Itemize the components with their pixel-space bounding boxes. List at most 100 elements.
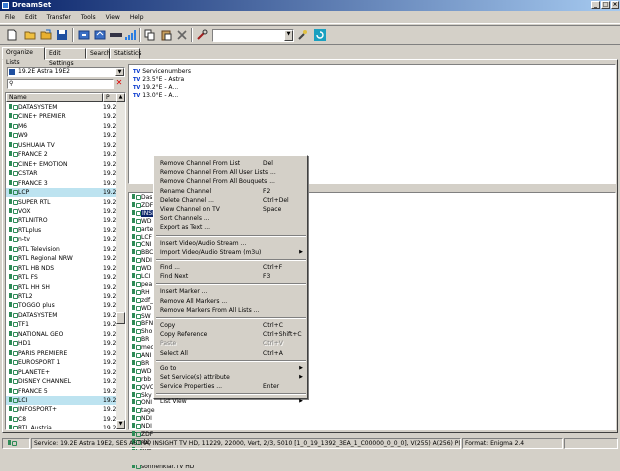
clear-search-icon[interactable]: ✕	[114, 78, 124, 88]
menu-tools[interactable]: Tools	[76, 12, 101, 24]
toolbar-combobox[interactable]: ▼	[212, 29, 294, 42]
list-item[interactable]: USHUAIA TV 19.2	[6, 141, 116, 150]
context-menu-item[interactable]: Rename Channel F2	[160, 187, 305, 196]
context-menu-item[interactable]: Paste Ctrl+V	[160, 339, 305, 348]
tab-statistics[interactable]: Statistics	[110, 48, 141, 59]
open-folder-icon[interactable]	[24, 29, 36, 41]
context-menu-item[interactable]: Remove Channel From All User Lists ...	[160, 168, 305, 177]
list-item[interactable]: FRANCE 2 19.2	[6, 150, 116, 159]
list-item[interactable]: LCI 19.2	[6, 395, 116, 405]
close-button[interactable]: ×	[611, 1, 619, 9]
scroll-down-icon[interactable]: ▼	[116, 420, 125, 429]
list-item[interactable]: PLANETE+ 19.2	[6, 368, 116, 377]
open-file-icon[interactable]	[40, 29, 52, 41]
menu-file[interactable]: File	[0, 12, 20, 24]
list-item[interactable]: RTL HH SH 19.2	[6, 283, 116, 292]
context-menu-item[interactable]: Find ... Ctrl+F	[160, 263, 305, 272]
menu-transfer[interactable]: Transfer	[42, 12, 76, 24]
tab-organize-lists[interactable]: Organize Lists	[2, 47, 45, 66]
chevron-down-icon[interactable]: ▼	[115, 68, 124, 76]
list-item[interactable]: PARIS PREMIERE 19.2	[6, 349, 116, 358]
list-item[interactable]: RTL Austria 19.2	[6, 424, 116, 429]
receiver-download-icon[interactable]	[78, 29, 90, 41]
context-menu-item[interactable]: Copy Ctrl+C	[160, 321, 305, 330]
context-menu-item[interactable]: Copy Reference Ctrl+Shift+C	[160, 330, 305, 339]
list-item[interactable]: RTLplus 19.2	[6, 226, 116, 235]
list-item[interactable]: FRANCE 5 19.2	[6, 387, 116, 396]
new-file-icon[interactable]	[6, 29, 18, 41]
context-menu-item[interactable]: Insert Video/Audio Stream ...	[160, 239, 305, 248]
list-item[interactable]: M6 19.2	[6, 122, 116, 131]
channel-name: VOX	[18, 207, 31, 215]
list-item[interactable]: FRANCE 3 19.2	[6, 179, 116, 188]
context-menu-item[interactable]: Sort Channels ...	[160, 214, 305, 223]
list-item[interactable]: RTL HB NDS 19.2	[6, 264, 116, 273]
context-menu-item[interactable]: Delete Channel ... Ctrl+Del	[160, 196, 305, 205]
context-menu-item[interactable]: Go to ▶	[160, 364, 305, 373]
scroll-thumb[interactable]	[116, 312, 125, 324]
list-item[interactable]: NATIONAL GEO 19.2	[6, 330, 116, 339]
list-item[interactable]: HD1 19.2	[6, 339, 116, 348]
menu-view[interactable]: View	[101, 12, 125, 24]
receiver-upload-icon[interactable]	[94, 29, 106, 41]
search-input[interactable]: ⚲	[7, 79, 114, 89]
context-menu-item[interactable]: Select All Ctrl+A	[160, 349, 305, 358]
paste-icon[interactable]	[160, 29, 172, 41]
menu-edit[interactable]: Edit	[20, 12, 42, 24]
list-item[interactable]: C8 19.2	[6, 415, 116, 424]
list-item[interactable]: CINE+ PREMIER 19.2	[6, 112, 116, 121]
list-item[interactable]: RTL FS 19.2	[6, 273, 116, 282]
left-scrollbar[interactable]: ▲ ▼	[116, 93, 125, 429]
context-menu-item[interactable]: Remove Channel From List Del	[160, 159, 305, 168]
list-item[interactable]: TF1 19.2	[6, 320, 116, 329]
list-item[interactable]: RTL2 19.2	[6, 292, 116, 301]
delete-icon[interactable]	[176, 29, 188, 41]
list-item[interactable]: LCP 19.2	[6, 188, 116, 198]
tools-icon[interactable]	[196, 29, 208, 41]
scroll-up-icon[interactable]: ▲	[116, 93, 125, 102]
context-menu-item[interactable]: Import Video/Audio Stream (m3u) ▶	[160, 248, 305, 257]
list-item[interactable]: VOX 19.2	[6, 207, 116, 216]
list-item[interactable]: TOGGO plus 19.2	[6, 301, 116, 310]
copy-icon[interactable]	[144, 29, 156, 41]
list-item[interactable]: EUROSPORT 1 19.2	[6, 358, 116, 367]
list-item[interactable]: RTLNITRO 19.2	[6, 216, 116, 225]
context-menu-item[interactable]: Remove All Markers ...	[160, 297, 305, 306]
context-menu-item[interactable]: Remove Markers From All Lists ...	[160, 306, 305, 315]
list-item[interactable]: W9 19.2	[6, 131, 116, 140]
list-item[interactable]: DISNEY CHANNEL 19.2	[6, 377, 116, 386]
maximize-button[interactable]: □	[601, 1, 610, 9]
satellite-select[interactable]: 19.2E Astra 19E2 ▼	[7, 67, 125, 77]
context-menu-item[interactable]: Find Next F3	[160, 272, 305, 281]
column-header-position[interactable]: P	[103, 93, 117, 102]
list-item[interactable]: CINE+ EMOTION 19.2	[6, 160, 116, 169]
context-menu-item[interactable]: View Channel on TV Space	[160, 205, 305, 214]
list-item[interactable]: n-tv 19.2	[6, 235, 116, 244]
list-item[interactable]: RTL Regional NRW 19.2	[6, 254, 116, 263]
tab-search[interactable]: Search	[86, 48, 111, 59]
signal-bars-icon[interactable]	[124, 29, 136, 41]
context-menu-item[interactable]: Insert Marker ...	[160, 287, 305, 296]
column-header-name[interactable]: Name	[6, 93, 103, 102]
list-item[interactable]: CSTAR 19.2	[6, 169, 116, 178]
list-item[interactable]: RTL Television 19.2	[6, 245, 116, 254]
save-icon[interactable]	[56, 29, 68, 41]
context-menu-item[interactable]: Remove Channel From All Bouquets ...	[160, 177, 305, 186]
list-item[interactable]: DATASYSTEM 19.2	[6, 103, 116, 112]
tab-edit-settings[interactable]: Edit Settings	[45, 48, 86, 67]
list-item[interactable]: SUPER RTL 19.2	[6, 198, 116, 207]
list-item[interactable]: DATASYSTEM 19.2	[6, 311, 116, 320]
menu-help[interactable]: Help	[125, 12, 149, 24]
bouquet-item[interactable]: TV 13.0°E - A...	[131, 91, 178, 100]
tv-channel-icon	[132, 265, 141, 272]
context-menu-item[interactable]: Service Properties ... Enter	[160, 382, 305, 391]
context-menu-item[interactable]: Set Service(s) attribute ▶	[160, 373, 305, 382]
context-menu-item[interactable]: List View ▶	[160, 397, 305, 406]
refresh-icon[interactable]	[314, 29, 326, 41]
list-item[interactable]: INFOSPORT+ 19.2	[6, 405, 116, 414]
receiver-icon[interactable]	[110, 29, 122, 41]
settings-tool-icon[interactable]	[296, 29, 308, 41]
chevron-down-icon[interactable]: ▼	[284, 30, 293, 41]
context-menu-item[interactable]: Export as Text ...	[160, 223, 305, 232]
minimize-button[interactable]: _	[591, 1, 600, 9]
